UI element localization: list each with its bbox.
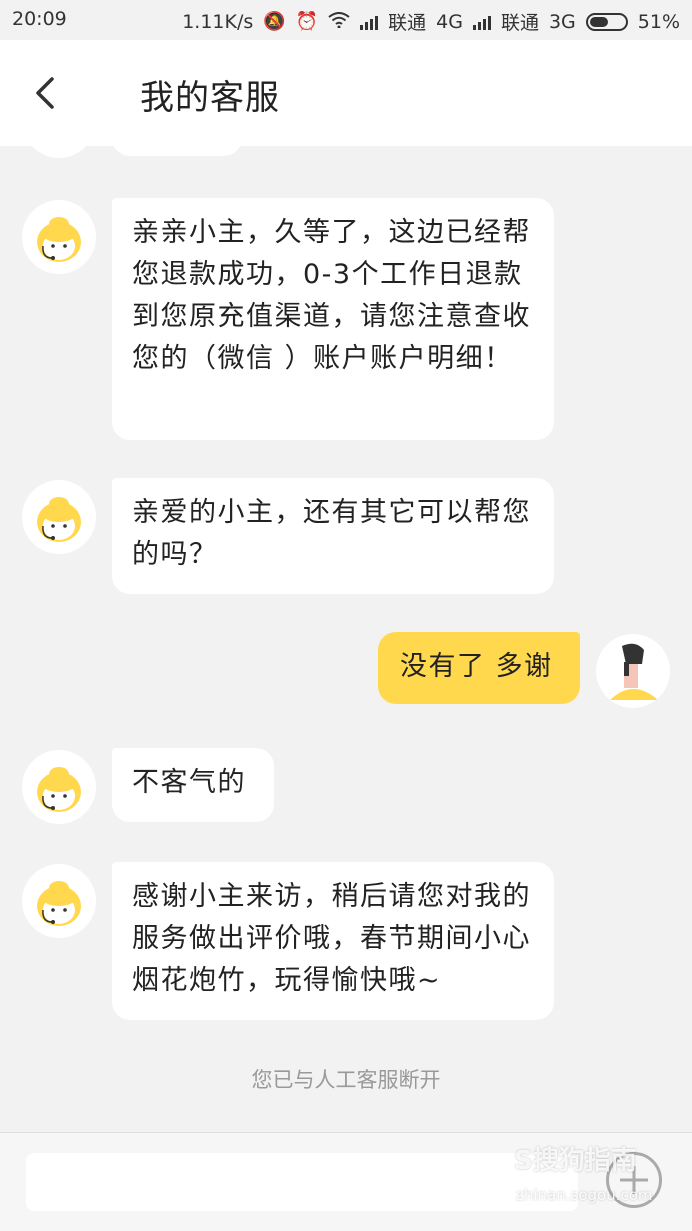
message-bubble: 亲亲小主，久等了，这边已经帮您退款成功，0-3个工作日退款到您原充值渠道，请您注…: [112, 198, 554, 440]
chat-area[interactable]: 亲亲小主，久等了，这边已经帮您退款成功，0-3个工作日退款到您原充值渠道，请您注…: [0, 146, 692, 1132]
network-type-2: 3G: [548, 10, 576, 33]
agent-avatar: [22, 200, 96, 274]
message-bubble-partial: [112, 146, 242, 156]
battery-icon: [585, 12, 628, 31]
agent-avatar: [22, 750, 96, 824]
status-time: 20:09: [12, 8, 67, 30]
mute-icon: 🔕: [263, 10, 286, 32]
message-input[interactable]: [26, 1153, 578, 1211]
header: 我的客服: [0, 40, 692, 146]
system-message: 您已与人工客服断开: [251, 1068, 441, 1092]
message-bubble: 感谢小主来访，稍后请您对我的服务做出评价哦，春节期间小心烟花炮竹，玩得愉快哦~: [112, 862, 554, 1020]
network-speed: 1.11K/s: [182, 10, 254, 33]
carrier-2: 联通: [500, 12, 539, 34]
status-right: 1.11K/s 🔕 ⏰ 联通 4G 联通 3G 51%: [182, 8, 680, 35]
signal-icon-2: [472, 14, 491, 30]
message-bubble: 不客气的: [112, 748, 274, 822]
page-title: 我的客服: [140, 78, 280, 118]
alarm-icon: ⏰: [295, 10, 319, 32]
chevron-left-icon[interactable]: [30, 76, 64, 110]
watermark-logo: S搜狗指南: [514, 1146, 637, 1176]
agent-avatar: [22, 146, 96, 158]
status-bar: 20:09 1.11K/s 🔕 ⏰ 联通 4G 联通 3G 51%: [0, 0, 692, 40]
wifi-icon: [328, 11, 350, 32]
agent-avatar: [22, 480, 96, 554]
signal-icon: [360, 14, 379, 30]
user-avatar: [596, 634, 670, 708]
watermark-url: zhinan.sogou.com: [516, 1186, 653, 1204]
battery-level: 51%: [637, 10, 680, 33]
agent-avatar: [22, 864, 96, 938]
carrier-1: 联通: [388, 12, 427, 34]
network-type-1: 4G: [436, 10, 463, 33]
message-bubble: 亲爱的小主，还有其它可以帮您的吗？: [112, 478, 554, 594]
user-message-bubble: 没有了 多谢: [378, 632, 580, 704]
